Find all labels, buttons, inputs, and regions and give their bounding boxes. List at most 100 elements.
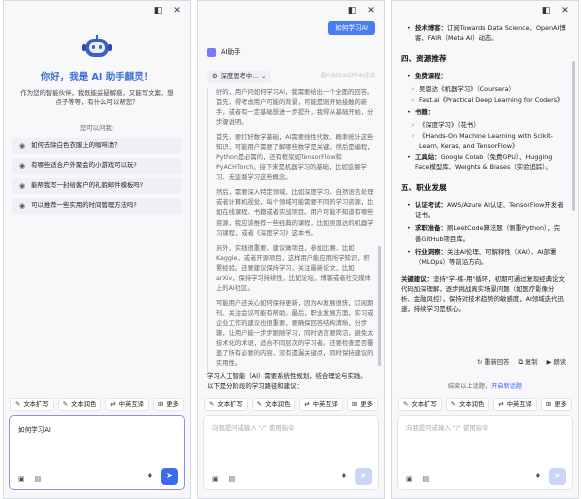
chip-expand-text[interactable]: ✎ 文本扩写 xyxy=(204,398,248,411)
list-subitem: Fast.ai《Practical Deep Learning for Code… xyxy=(401,95,566,105)
close-icon[interactable]: ✕ xyxy=(560,6,570,16)
suggestion-label: 能帮我写一封给客户的礼貌邮件模板吗? xyxy=(31,181,144,190)
suggestion-item[interactable]: ◉ 有哪些适合户外聚会的小游戏可以玩? xyxy=(12,158,182,174)
chip-expand-text[interactable]: ✎ 文本扩写 xyxy=(10,398,54,411)
send-button[interactable]: ➤ xyxy=(355,468,372,485)
scrollbar[interactable] xyxy=(572,61,575,211)
read-aloud-button[interactable]: ▶ 朗读 xyxy=(547,358,566,368)
panel-topbar: ◧ ✕ xyxy=(198,1,384,21)
item-label: 免费课程： xyxy=(415,72,447,81)
chip-more[interactable]: ⊞ 更多 xyxy=(152,398,184,411)
answer-content: 技术博客：订阅Towards Data Science、OpenAI博客、FAI… xyxy=(401,23,566,314)
grid-icon: ⊞ xyxy=(545,400,552,409)
list-item: 行业洞察：关注AI伦理、可解释性（XAI）、AI部署（MLOps）等前沿方向。 xyxy=(401,247,566,267)
microphone-icon[interactable]: ♦ xyxy=(535,473,541,480)
copy-label: 复制 xyxy=(524,359,538,366)
item-label: 行业洞察： xyxy=(415,247,447,256)
list-subitem: 《Hands-On Machine Learning with Scikit-L… xyxy=(401,131,566,151)
file-icon[interactable]: ▤ xyxy=(35,476,42,483)
edit-icon: ✎ xyxy=(403,400,409,409)
list-item: 技术博客：订阅Towards Data Science、OpenAI博客、FAI… xyxy=(401,23,566,43)
chip-polish-text[interactable]: ✎ 文本润色 xyxy=(445,398,490,411)
message-input[interactable]: 如何学习AI ▣ ▤ ♦ ➤ xyxy=(9,415,185,490)
message-input[interactable]: 向我提问或输入 "/" 使用指令 ▣ ▤ ♦ ➤ xyxy=(203,415,379,490)
input-placeholder: 向我提问或输入 "/" 使用指令 xyxy=(212,424,295,432)
list-subitem: 吴恩达《机器学习》（Coursera） xyxy=(401,84,566,94)
item-label: 求职准备： xyxy=(415,224,447,233)
regenerate-button[interactable]: ↻ 重新回答 xyxy=(477,358,509,368)
chip-label: 更多 xyxy=(360,400,373,408)
edit-icon: ✎ xyxy=(62,400,69,409)
chip-label: 文本扩写 xyxy=(411,400,437,408)
key-label: 关键建议： xyxy=(401,274,433,283)
new-topic-link[interactable]: 开启新话题 xyxy=(491,383,522,390)
split-view-icon[interactable]: ◧ xyxy=(153,6,163,16)
input-value: 如何学习AI xyxy=(18,426,51,434)
thinking-icon: ⚙ xyxy=(212,73,218,80)
copy-button[interactable]: ⧉ 复制 xyxy=(518,358,537,368)
image-icon[interactable]: ▣ xyxy=(18,476,25,483)
chip-more[interactable]: ⊞ 更多 xyxy=(346,398,378,411)
split-view-icon[interactable]: ◧ xyxy=(347,6,357,16)
regenerate-label: 重新回答 xyxy=(484,359,510,366)
bullet-icon: ◉ xyxy=(19,161,26,170)
assistant-header: AI助手 xyxy=(207,47,241,57)
assistant-logo-icon xyxy=(207,47,216,57)
microphone-icon[interactable]: ♦ xyxy=(341,473,347,480)
chevron-down-icon: ⌄ xyxy=(261,73,267,80)
thinking-paragraph: 可能用户还关心如何保持更新，因为AI发展很快，订阅期刊、关注会议可能有帮助。最后… xyxy=(216,299,374,368)
close-icon[interactable]: ✕ xyxy=(172,6,182,16)
scrollbar[interactable] xyxy=(378,246,381,366)
image-icon[interactable]: ▣ xyxy=(406,476,413,483)
bullet-icon: ◉ xyxy=(19,201,26,210)
chip-label: 更多 xyxy=(166,400,179,408)
chat-panel-thinking: ◧ ✕ 如何学习AI AI助手 ⚙ 深度思考中... ⌄ 图片由ChatGPT-… xyxy=(197,0,385,499)
quick-action-chips: ✎ 文本扩写 ✎ 文本润色 ⇄ 中英互译 ⊞ 更多 xyxy=(204,398,378,411)
chip-polish-text[interactable]: ✎ 文本润色 xyxy=(57,398,102,411)
chip-expand-text[interactable]: ✎ 文本扩写 xyxy=(398,398,442,411)
chip-label: 中英互译 xyxy=(118,400,144,408)
chip-label: 文本润色 xyxy=(265,400,291,408)
quick-action-chips: ✎ 文本扩写 ✎ 文本润色 ⇄ 中英互译 ⊞ 更多 xyxy=(398,398,572,411)
edit-icon: ✎ xyxy=(450,400,457,409)
assistant-name: AI助手 xyxy=(221,48,241,56)
chip-label: 更多 xyxy=(554,400,567,408)
chip-translate[interactable]: ⇄ 中英互译 xyxy=(105,398,149,411)
welcome-title: 你好，我是 AI 助手麒灵！ xyxy=(40,72,154,83)
split-view-icon[interactable]: ◧ xyxy=(541,6,551,16)
grid-icon: ⊞ xyxy=(157,400,164,409)
robot-avatar-icon xyxy=(82,35,112,61)
message-input[interactable]: 向我提问或输入 "/" 使用指令 ▣ ▤ ♦ ➤ xyxy=(397,415,573,490)
suggestion-item[interactable]: ◉ 能帮我写一封给客户的礼貌邮件模板吗? xyxy=(12,178,182,194)
microphone-icon[interactable]: ♦ xyxy=(147,473,153,480)
send-button[interactable]: ➤ xyxy=(549,468,566,485)
bullet-icon: ◉ xyxy=(19,181,26,190)
refresh-icon: ↻ xyxy=(477,359,483,366)
thinking-toggle[interactable]: ⚙ 深度思考中... ⌄ xyxy=(207,71,272,83)
chip-label: 中英互译 xyxy=(312,400,338,408)
list-item: 免费课程： xyxy=(401,71,566,81)
image-icon[interactable]: ▣ xyxy=(212,476,219,483)
suggestion-item[interactable]: ◉ 如何去除白色衣服上的咖啡渍？ xyxy=(12,138,182,154)
chip-polish-text[interactable]: ✎ 文本润色 xyxy=(251,398,296,411)
suggestion-item[interactable]: ◉ 可以推荐一些实用的时间管理方法吗? xyxy=(12,198,182,214)
edit-icon: ✎ xyxy=(15,400,21,409)
file-icon[interactable]: ▤ xyxy=(423,476,430,483)
item-label: 技术博客： xyxy=(415,24,447,32)
input-placeholder: 向我提问或输入 "/" 使用指令 xyxy=(406,424,489,432)
welcome-description: 作为您的智能伙伴，我既能妥疑解惑，又能写文案、想点子等等，有什么可以帮您？ xyxy=(20,88,174,107)
file-icon[interactable]: ▤ xyxy=(229,476,236,483)
chip-translate[interactable]: ⇄ 中英互译 xyxy=(299,398,343,411)
list-item: 工具站：Google Colab（免费GPU）、Hugging Face模型库、… xyxy=(401,152,566,172)
item-label: 认证考试： xyxy=(415,201,447,210)
send-button[interactable]: ➤ xyxy=(161,468,178,485)
chip-more[interactable]: ⊞ 更多 xyxy=(540,398,572,411)
section-title: 四、资源推荐 xyxy=(401,54,447,64)
topic-ended-notice: 结束以上话题，开启新话题 xyxy=(392,382,578,392)
thinking-paragraph: 然后，需要深入特定领域，比如深度学习、自然语言处理或者计算机视觉，每个领域可能需… xyxy=(216,189,374,237)
user-message-bubble: 如何学习AI xyxy=(328,21,375,35)
chip-translate[interactable]: ⇄ 中英互译 xyxy=(493,398,537,411)
close-icon[interactable]: ✕ xyxy=(366,6,376,16)
thinking-paragraph: 另外，实践很重要，建议做项目，参加比赛，比如Kaggle，或者开源项目，这样用户… xyxy=(216,244,371,292)
suggestion-list: ◉ 如何去除白色衣服上的咖啡渍？ ◉ 有哪些适合户外聚会的小游戏可以玩? ◉ 能帮我写… xyxy=(12,138,182,218)
